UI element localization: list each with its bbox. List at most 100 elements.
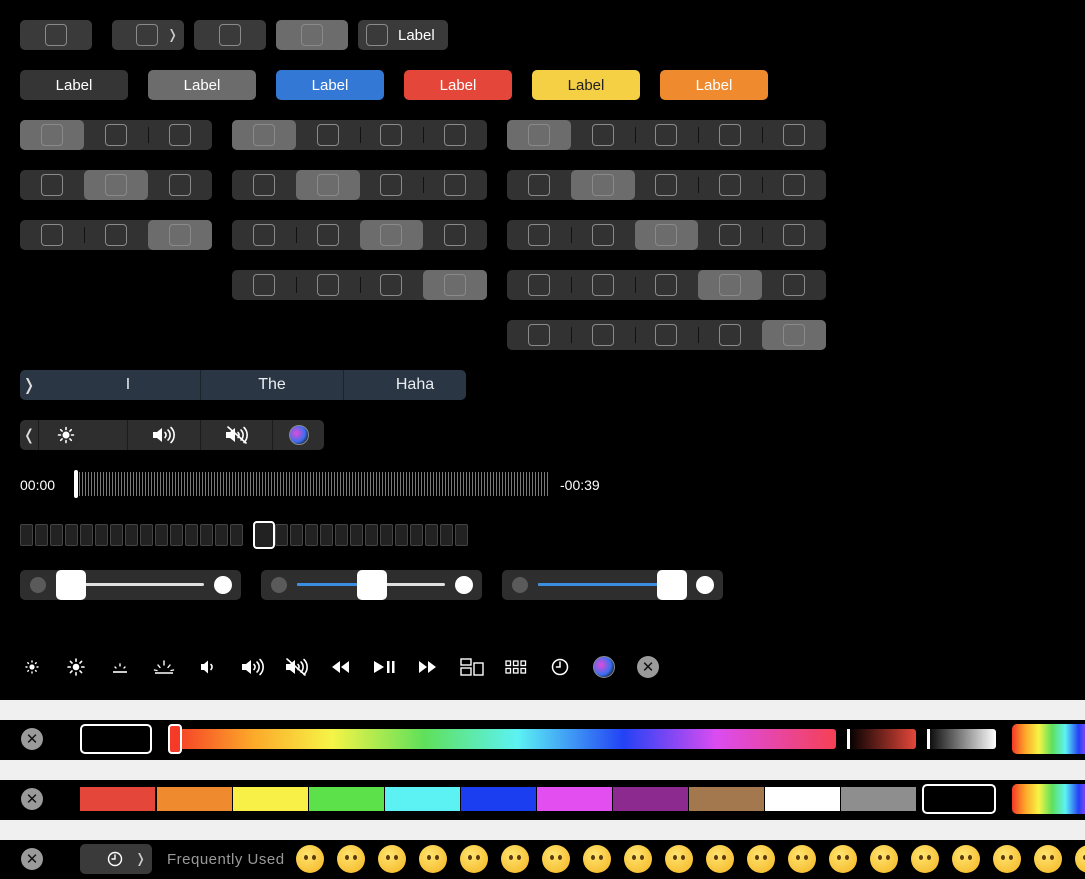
segment[interactable] [762,220,826,250]
volume-up-icon[interactable] [240,655,264,679]
slider-knob[interactable] [357,570,387,600]
emoji-button[interactable] [460,845,488,873]
emoji-button[interactable] [542,845,570,873]
slider-mid[interactable] [261,570,482,600]
mission-control-icon[interactable] [460,655,484,679]
image-label-button[interactable]: Label [358,20,448,50]
segment[interactable] [359,220,424,250]
emoji-button[interactable] [829,845,857,873]
frame-thumbnail[interactable] [395,524,408,546]
emoji-button[interactable] [624,845,652,873]
emoji-button[interactable] [1075,845,1085,873]
segment[interactable] [20,120,84,150]
emoji-button[interactable] [665,845,693,873]
segment[interactable] [698,220,762,250]
frame-thumbnail[interactable] [125,524,138,546]
frame-thumbnail[interactable] [185,524,198,546]
frame-thumbnail[interactable] [95,524,108,546]
segment[interactable] [507,120,571,150]
frame-thumbnail[interactable] [80,524,93,546]
brightness-slider[interactable] [848,729,916,749]
hue-slider-knob[interactable] [168,724,182,754]
frame-thumbnail[interactable] [305,524,318,546]
color-swatch[interactable] [309,787,384,811]
close-icon[interactable]: ✕ [21,728,43,750]
frame-thumbnail[interactable] [253,521,275,549]
keyboard-brightness-low-icon[interactable] [108,655,132,679]
label-button-red[interactable]: Label [404,70,512,100]
segment[interactable] [762,120,826,150]
emoji-button[interactable] [419,845,447,873]
frame-thumbnail[interactable] [290,524,303,546]
segment[interactable] [148,120,212,150]
emoji-button[interactable] [337,845,365,873]
color-spectrum-button[interactable] [1012,784,1085,814]
emoji-button[interactable] [993,845,1021,873]
emoji-button[interactable] [296,845,324,873]
segment[interactable] [295,170,360,200]
frame-thumbnail[interactable] [365,524,378,546]
segment[interactable] [698,120,762,150]
segment[interactable] [232,120,296,150]
segment[interactable] [423,170,487,200]
segment[interactable] [698,270,763,300]
screensaver-icon[interactable] [548,655,572,679]
segment[interactable] [360,270,424,300]
color-swatch[interactable] [613,787,688,811]
frame-thumbnail[interactable] [65,524,78,546]
segment[interactable] [360,120,424,150]
emoji-button[interactable] [501,845,529,873]
label-button-gray[interactable]: Label [148,70,256,100]
emoji-category-button[interactable]: ❭ [80,844,152,874]
label-button-blue[interactable]: Label [276,70,384,100]
slider-knob[interactable] [56,570,86,600]
frame-thumbnail[interactable] [200,524,213,546]
color-swatch[interactable] [385,787,460,811]
brightness-icon[interactable] [38,420,93,450]
segment[interactable] [762,320,826,350]
segment[interactable] [148,220,212,250]
frame-thumbnail[interactable] [110,524,123,546]
segment[interactable] [232,170,296,200]
popover-button[interactable]: ❭ [112,20,184,50]
color-swatch[interactable] [689,787,764,811]
emoji-button[interactable] [788,845,816,873]
audio-waveform-scrubber[interactable] [76,472,550,496]
brightness-low-icon[interactable] [20,655,44,679]
segment[interactable] [20,220,84,250]
segment[interactable] [634,220,699,250]
emoji-button[interactable] [952,845,980,873]
volume-down-icon[interactable] [196,655,220,679]
segment[interactable] [84,120,148,150]
chevron-left-icon[interactable]: ❬ [20,420,38,450]
segment[interactable] [635,270,699,300]
selected-color-well[interactable] [922,784,996,814]
emoji-button[interactable] [378,845,406,873]
candidate-word[interactable]: The [200,370,343,400]
frame-thumbnail[interactable] [380,524,393,546]
frame-thumbnail[interactable] [20,524,33,546]
color-swatch[interactable] [841,787,916,811]
segment[interactable] [232,270,296,300]
color-swatch[interactable] [537,787,612,811]
slider-knob[interactable] [657,570,687,600]
color-spectrum-button[interactable] [1012,724,1085,754]
frame-thumbnail[interactable] [50,524,63,546]
close-icon[interactable]: ✕ [21,848,43,870]
candidate-word[interactable]: I [56,370,200,400]
segment[interactable] [84,220,148,250]
segment[interactable] [84,170,148,200]
frame-thumbnail[interactable] [275,524,288,546]
frame-thumbnail[interactable] [320,524,333,546]
segment[interactable] [762,270,826,300]
close-icon[interactable]: ✕ [21,788,43,810]
segment[interactable] [571,120,635,150]
launchpad-icon[interactable] [504,655,528,679]
segment[interactable] [296,220,360,250]
emoji-button[interactable] [706,845,734,873]
gray-slider-knob[interactable] [927,729,930,749]
segment[interactable] [635,320,699,350]
slider-min[interactable] [20,570,241,600]
segment[interactable] [698,320,762,350]
segment[interactable] [296,270,360,300]
